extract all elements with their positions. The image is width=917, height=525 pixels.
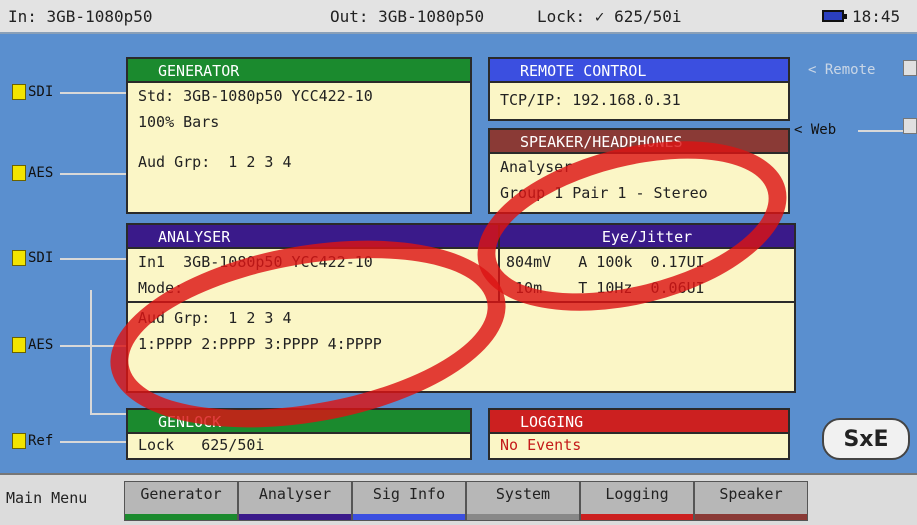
tab-stripe	[695, 514, 807, 520]
aes-in-port-icon[interactable]	[12, 337, 26, 353]
aes-out-label: AES	[28, 165, 54, 181]
connector-line	[60, 441, 126, 443]
tab-sig-info-label: Sig Info	[372, 485, 446, 503]
tab-stripe	[581, 514, 693, 520]
generator-pattern: 100% Bars	[138, 113, 220, 131]
tab-speaker-label: Speaker	[719, 485, 783, 503]
tab-system-label: System	[495, 485, 551, 503]
input-status: In: 3GB-1080p50	[8, 7, 153, 26]
main-menu-label: Main Menu	[6, 489, 88, 507]
aes-in-label: AES	[28, 337, 54, 353]
tab-speaker[interactable]: Speaker	[694, 481, 808, 521]
tab-stripe	[467, 514, 579, 520]
tab-system[interactable]: System	[466, 481, 580, 521]
connector-line	[858, 130, 903, 132]
generator-std: Std: 3GB-1080p50 YCC422-10	[138, 87, 373, 105]
sdi-in-port-icon[interactable]	[12, 250, 26, 266]
logging-value: No Events	[500, 436, 582, 454]
web-port-icon[interactable]	[903, 118, 917, 134]
ref-port-icon[interactable]	[12, 433, 26, 449]
connector-line	[90, 413, 126, 415]
tab-stripe	[353, 514, 465, 520]
sxe-button[interactable]: SxE	[822, 418, 910, 460]
logging-title: LOGGING	[490, 410, 788, 434]
connector-line	[90, 290, 92, 415]
tab-generator[interactable]: Generator	[124, 481, 238, 521]
tab-analyser[interactable]: Analyser	[238, 481, 352, 521]
tab-sig-info[interactable]: Sig Info	[352, 481, 466, 521]
logging-panel[interactable]: LOGGING No Events	[488, 408, 790, 460]
clock: 18:45	[852, 7, 901, 26]
remote-control-ip: TCP/IP: 192.168.0.31	[500, 91, 681, 109]
ref-label: Ref	[28, 433, 54, 449]
connector-line	[60, 92, 126, 94]
connector-line	[60, 173, 126, 175]
web-label: < Web	[794, 122, 837, 138]
genlock-value: Lock 625/50i	[138, 436, 265, 454]
remote-control-title: REMOTE CONTROL	[490, 59, 788, 83]
tab-generator-label: Generator	[140, 485, 222, 503]
generator-title: GENERATOR	[128, 59, 470, 83]
generator-audio-groups: Aud Grp: 1 2 3 4	[138, 153, 292, 171]
lock-status: Lock: ✓ 625/50i	[537, 7, 682, 26]
tab-analyser-label: Analyser	[258, 485, 332, 503]
aes-out-port-icon[interactable]	[12, 165, 26, 181]
status-bar: In: 3GB-1080p50 Out: 3GB-1080p50 Lock: ✓…	[0, 0, 917, 34]
remote-control-panel[interactable]: REMOTE CONTROL TCP/IP: 192.168.0.31	[488, 57, 790, 121]
battery-icon	[822, 10, 847, 22]
bottom-menu: Main Menu Generator Analyser Sig Info Sy…	[0, 473, 917, 525]
tab-stripe	[239, 514, 351, 520]
remote-port-icon[interactable]	[903, 60, 917, 76]
sdi-in-label: SDI	[28, 250, 54, 266]
connector-line	[60, 258, 126, 260]
tab-logging[interactable]: Logging	[580, 481, 694, 521]
remote-label: < Remote	[808, 62, 876, 78]
generator-panel[interactable]: GENERATOR Std: 3GB-1080p50 YCC422-10 100…	[126, 57, 472, 214]
tab-stripe	[125, 514, 237, 520]
sdi-out-label: SDI	[28, 84, 54, 100]
tab-logging-label: Logging	[605, 485, 669, 503]
output-status: Out: 3GB-1080p50	[330, 7, 485, 26]
sdi-out-port-icon[interactable]	[12, 84, 26, 100]
